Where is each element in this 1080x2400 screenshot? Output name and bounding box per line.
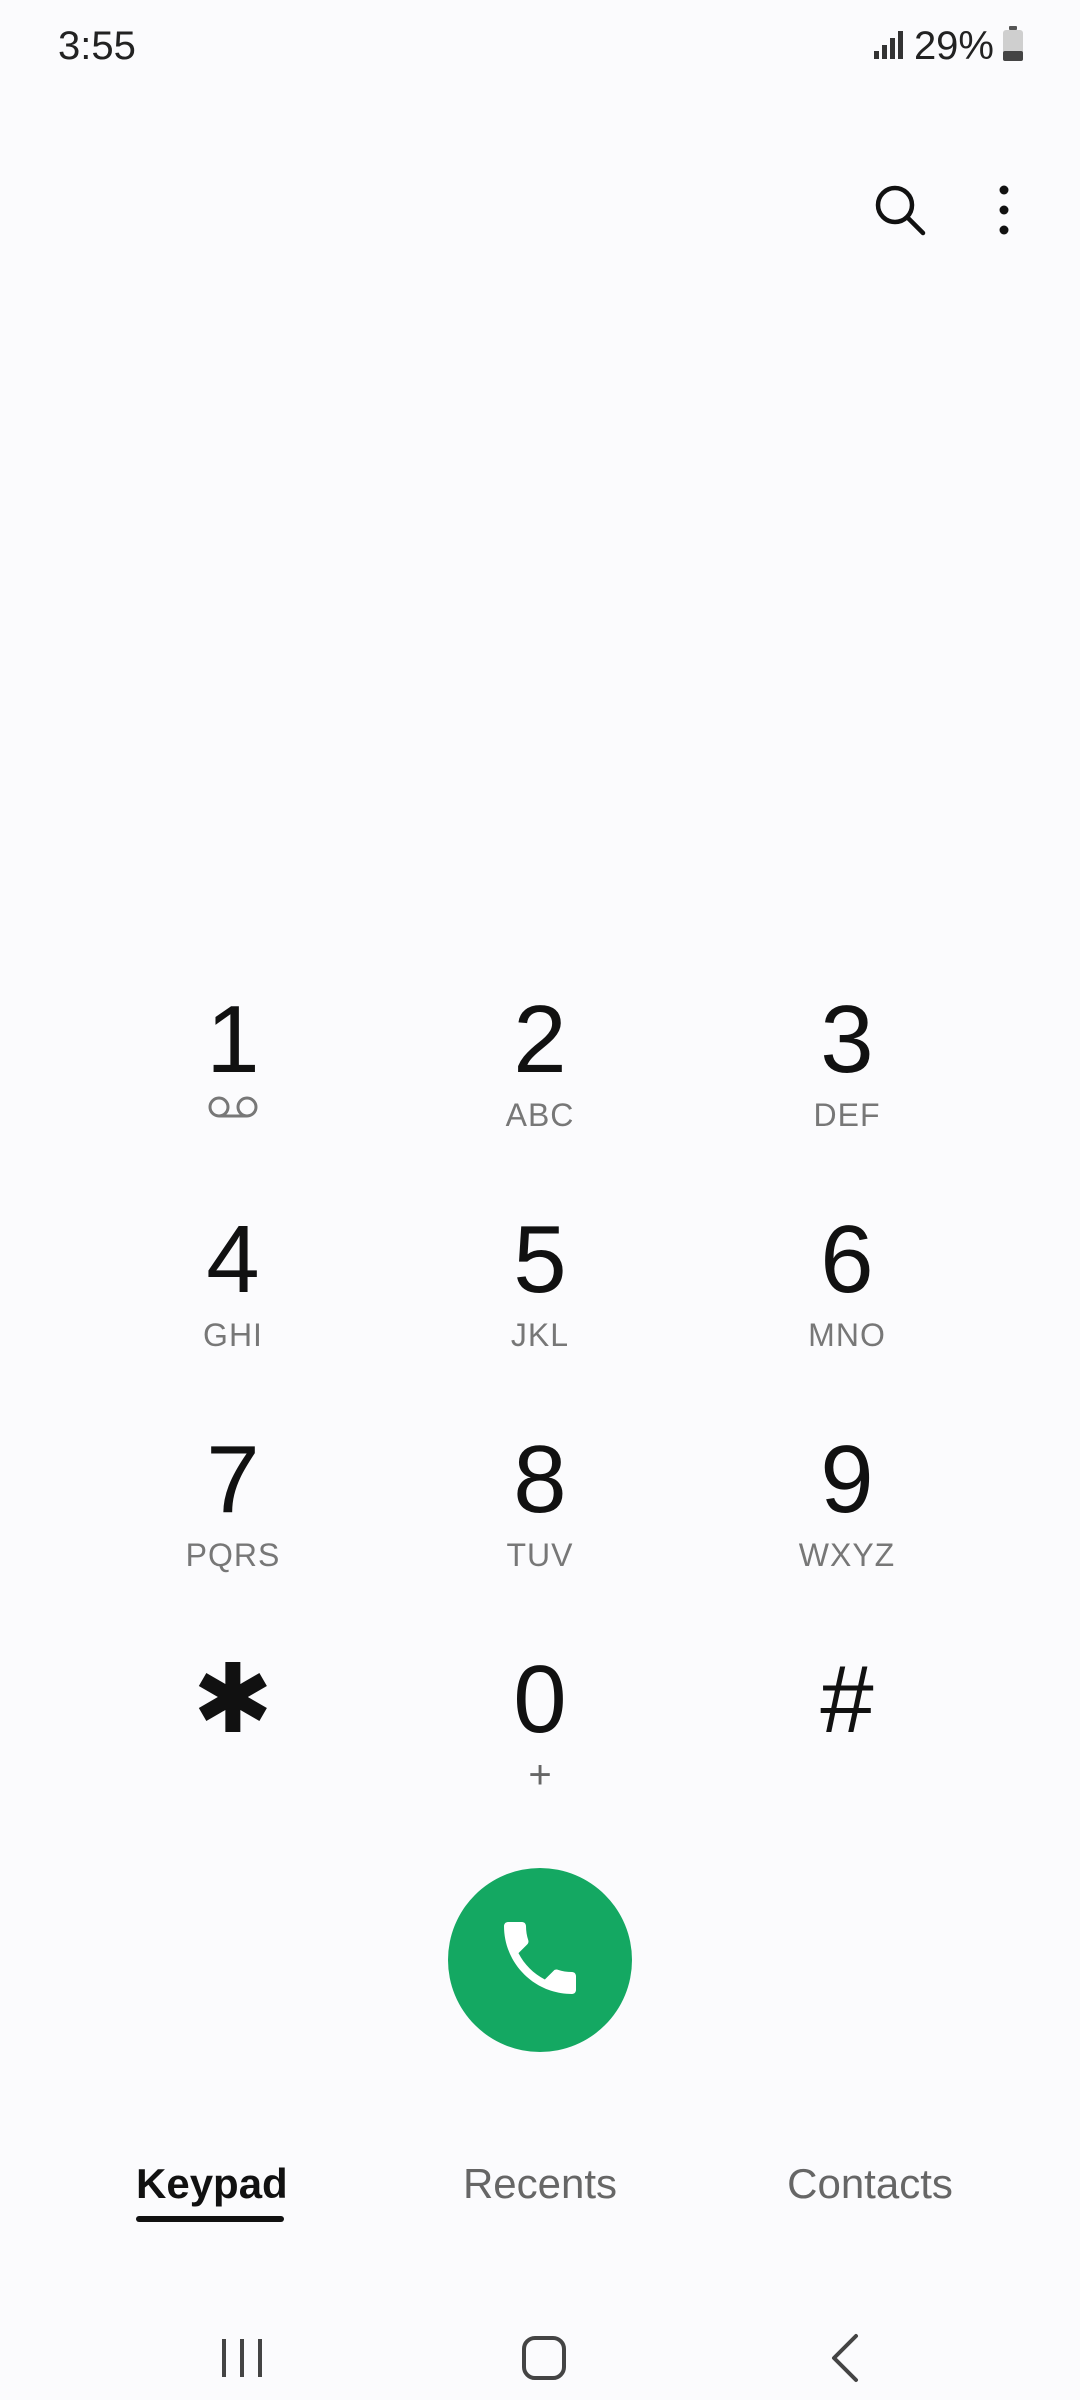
search-button[interactable]	[868, 180, 932, 244]
key-hash[interactable]: #	[694, 1645, 1000, 1845]
key-digit: 9	[820, 1426, 874, 1533]
key-digit: 4	[206, 1206, 260, 1313]
dial-keypad: 1 2 ABC 3 DEF 4 GHI 5 JKL 6 MNO 7 PQRS 8…	[80, 985, 1000, 1865]
status-time: 3:55	[58, 24, 136, 68]
back-icon	[826, 2332, 866, 2389]
key-digit: 2	[513, 986, 567, 1093]
key-2[interactable]: 2 ABC	[387, 985, 693, 1185]
key-4[interactable]: 4 GHI	[80, 1205, 386, 1405]
keypad-row: 4 GHI 5 JKL 6 MNO	[80, 1205, 1000, 1425]
key-star[interactable]: ✱	[80, 1645, 386, 1845]
key-8[interactable]: 8 TUV	[387, 1425, 693, 1625]
tab-recents[interactable]: Recents	[440, 2160, 640, 2208]
battery-percent: 29%	[913, 24, 994, 68]
keypad-row: 1 2 ABC 3 DEF	[80, 985, 1000, 1205]
more-options-button[interactable]	[972, 180, 1036, 244]
battery-icon	[1002, 26, 1024, 67]
key-digit: 5	[513, 1206, 567, 1313]
key-6[interactable]: 6 MNO	[694, 1205, 1000, 1405]
key-9[interactable]: 9 WXYZ	[694, 1425, 1000, 1625]
key-3[interactable]: 3 DEF	[694, 985, 1000, 1185]
key-letters: PQRS	[185, 1537, 281, 1573]
back-button[interactable]	[806, 2320, 886, 2400]
call-button[interactable]	[448, 1868, 632, 2052]
key-digit: 7	[206, 1426, 260, 1533]
tab-keypad[interactable]: Keypad	[136, 2160, 288, 2208]
key-5[interactable]: 5 JKL	[387, 1205, 693, 1405]
key-digit: 6	[820, 1206, 874, 1313]
voicemail-icon	[207, 1095, 259, 1128]
keypad-row: ✱ 0 + #	[80, 1645, 1000, 1865]
key-digit: #	[820, 1646, 874, 1753]
recent-apps-icon	[218, 2335, 266, 2386]
key-letters: DEF	[813, 1097, 881, 1133]
key-letters: ABC	[505, 1097, 575, 1133]
key-0[interactable]: 0 +	[387, 1645, 693, 1845]
key-digit: 3	[820, 986, 874, 1093]
more-vertical-icon	[996, 182, 1012, 243]
dialer-screen: 3:55 29% 1 2 ABC 3 DEF 4 GHI 5 JKL 6 MNO…	[0, 0, 1080, 2400]
recent-apps-button[interactable]	[202, 2320, 282, 2400]
status-indicators: 29%	[872, 24, 1024, 69]
key-letters: WXYZ	[798, 1537, 896, 1573]
system-navigation-bar	[0, 2300, 1080, 2400]
key-letters: GHI	[203, 1317, 263, 1353]
key-1[interactable]: 1	[80, 985, 386, 1185]
tab-contacts[interactable]: Contacts	[770, 2160, 970, 2208]
key-digit: 0	[513, 1646, 567, 1753]
key-letters: TUV	[506, 1537, 574, 1573]
home-icon	[520, 2334, 568, 2387]
active-tab-indicator	[136, 2216, 284, 2222]
keypad-row: 7 PQRS 8 TUV 9 WXYZ	[80, 1425, 1000, 1645]
top-actions	[868, 180, 1036, 244]
search-icon	[872, 182, 928, 243]
signal-icon	[872, 29, 906, 64]
key-plus: +	[528, 1753, 552, 1797]
key-7[interactable]: 7 PQRS	[80, 1425, 386, 1625]
key-digit: 1	[206, 986, 260, 1093]
key-letters: JKL	[510, 1317, 570, 1353]
home-button[interactable]	[504, 2320, 584, 2400]
key-digit: ✱	[192, 1646, 274, 1753]
key-digit: 8	[513, 1426, 567, 1533]
status-bar: 3:55 29%	[0, 0, 1080, 100]
bottom-tabs: Keypad Recents Contacts	[0, 2150, 1080, 2260]
phone-icon	[492, 1910, 588, 2011]
key-letters: MNO	[808, 1317, 886, 1353]
